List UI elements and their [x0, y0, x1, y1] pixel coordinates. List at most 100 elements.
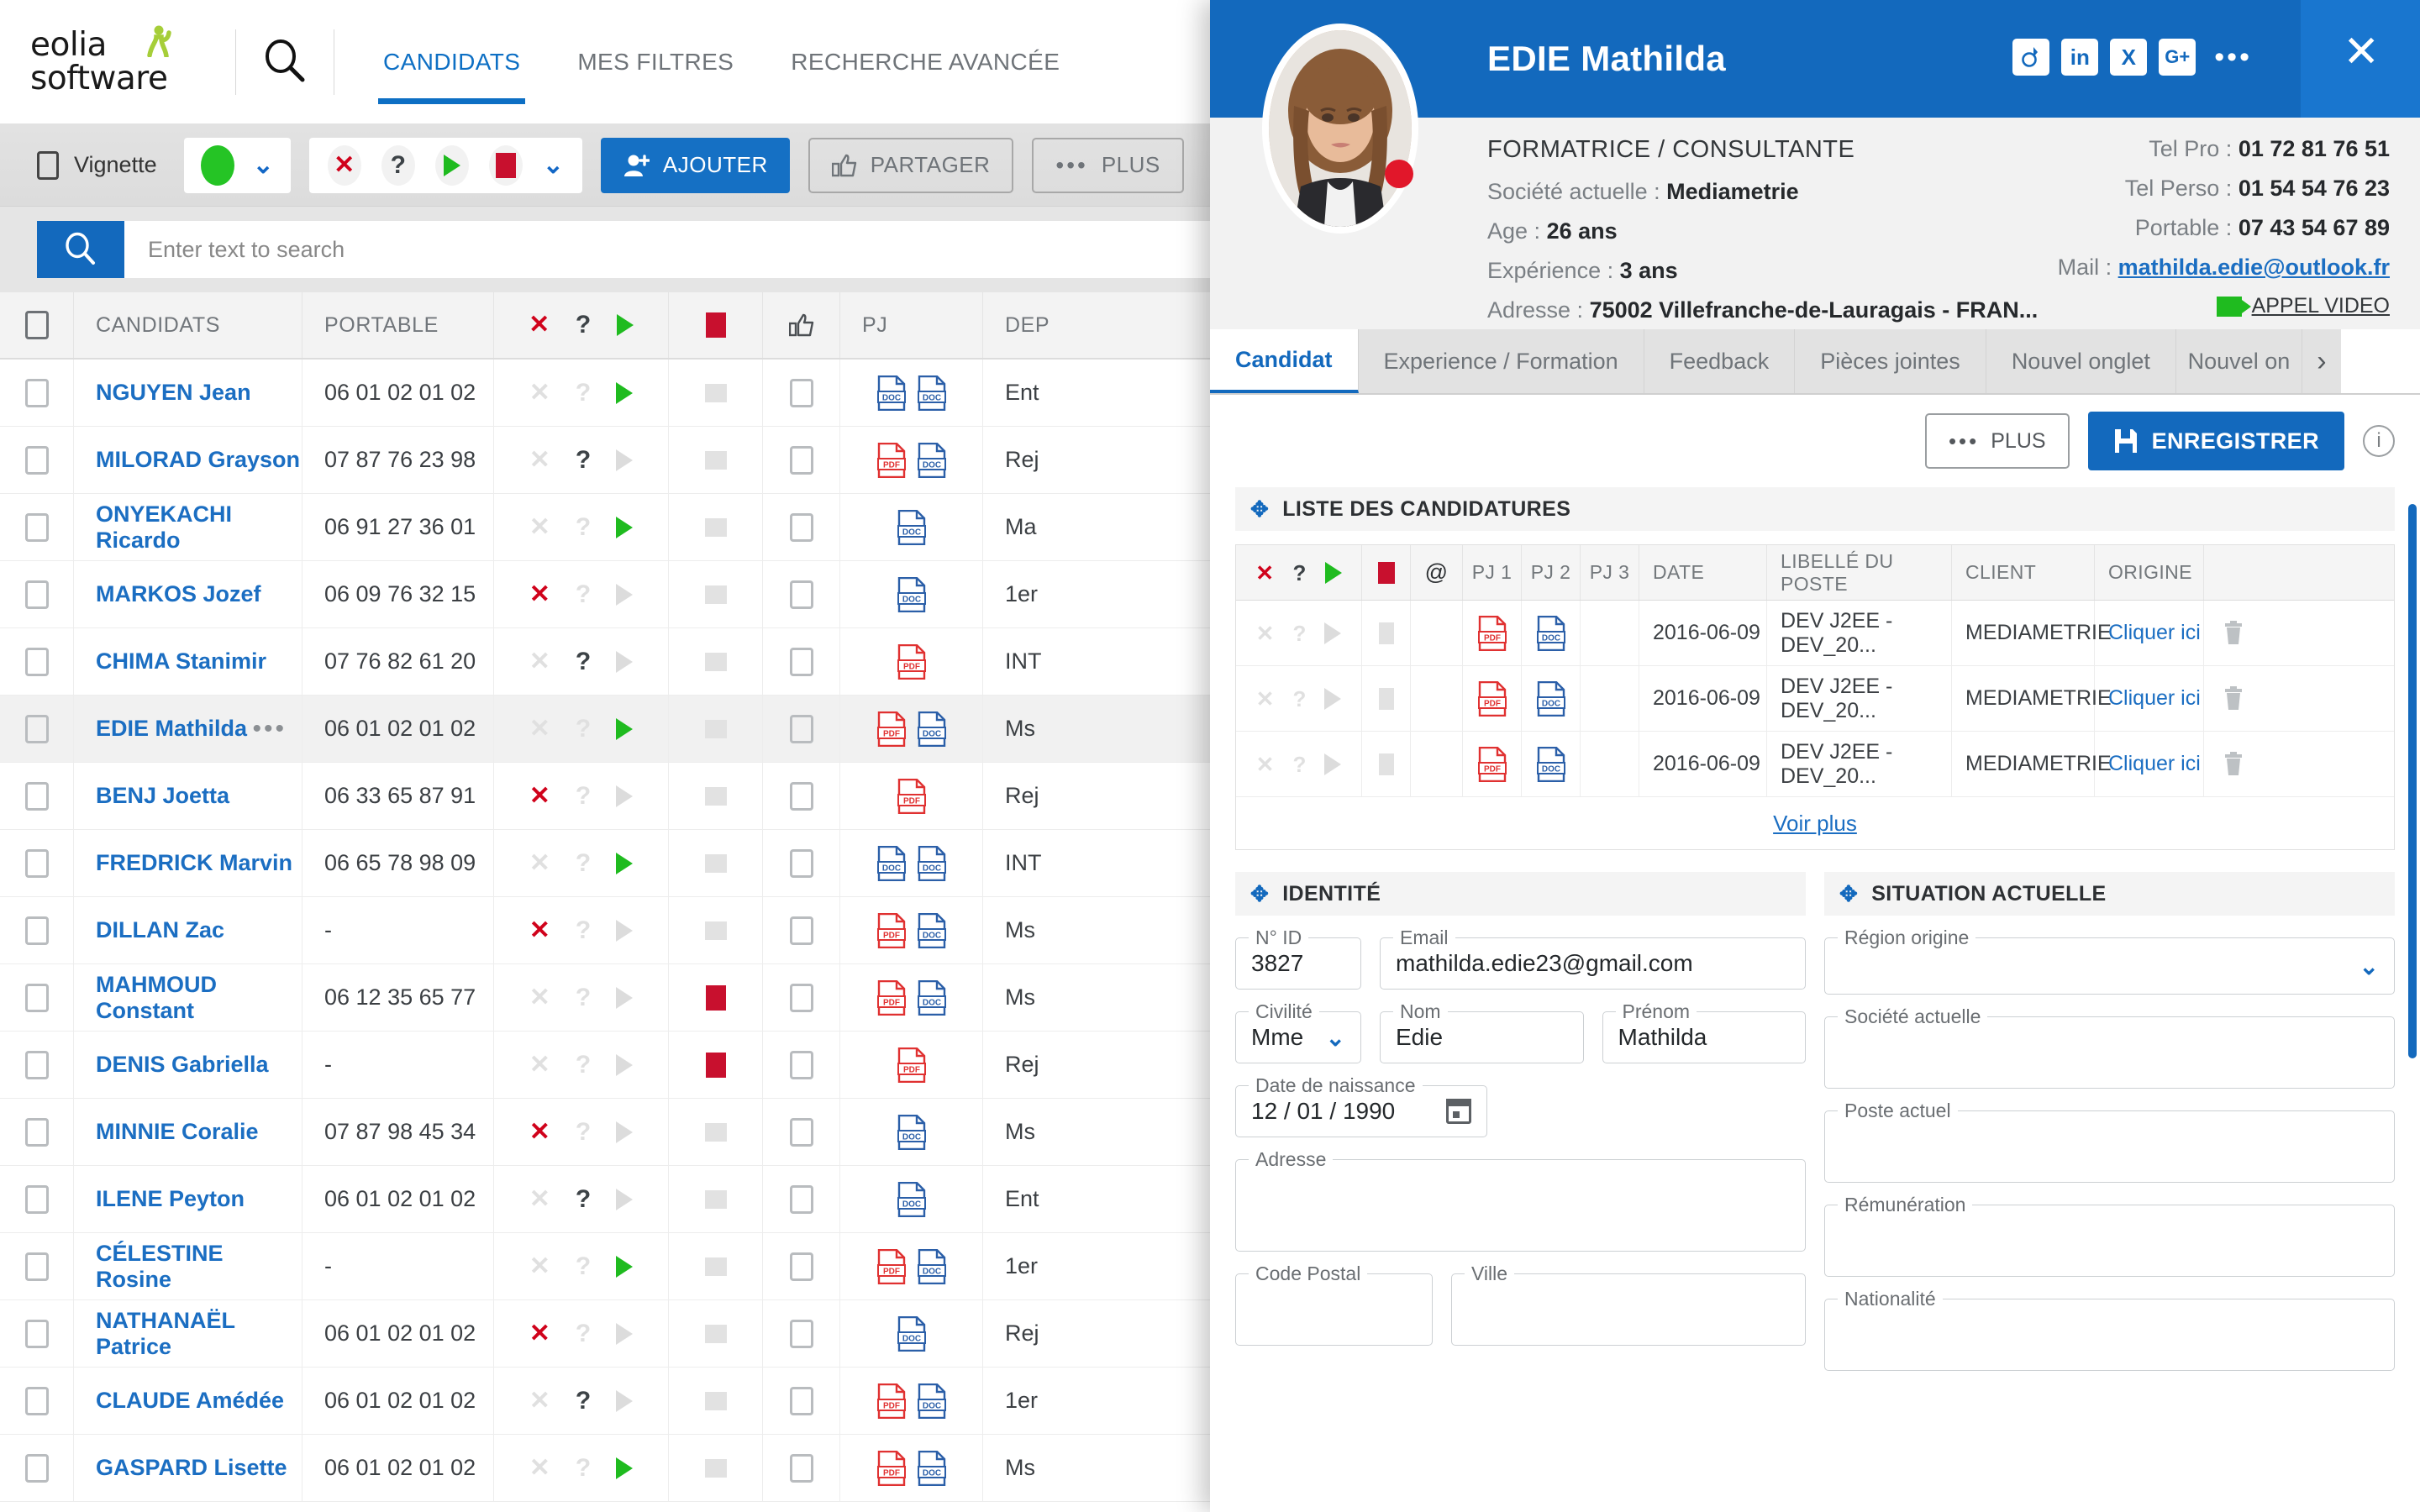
thumb-checkbox[interactable]: [789, 1252, 813, 1281]
square-red-icon[interactable]: [1378, 687, 1394, 710]
thumb-checkbox[interactable]: [789, 1386, 813, 1415]
cross-red-icon[interactable]: ✕: [529, 850, 550, 876]
cross-red-icon[interactable]: ✕: [529, 1388, 550, 1414]
origine-link[interactable]: Cliquer ici: [2108, 621, 2201, 645]
row-select-cell[interactable]: [0, 1233, 74, 1299]
trash-icon[interactable]: [2223, 751, 2244, 777]
row-name-cell[interactable]: MAHMOUD Constant: [74, 964, 302, 1031]
question-icon[interactable]: ?: [576, 312, 592, 338]
row-select-cell[interactable]: [0, 897, 74, 963]
row-thumb-cell[interactable]: [763, 897, 840, 963]
table-row[interactable]: MARKOS Jozef 06 09 76 32 15 ✕ ? DOC 1er: [0, 561, 1210, 628]
doc-file-icon[interactable]: DOC: [897, 1181, 926, 1217]
row-name-cell[interactable]: DENIS Gabriella: [74, 1032, 302, 1098]
square-red-icon[interactable]: [704, 1391, 727, 1410]
doc-file-icon[interactable]: DOC: [897, 1315, 926, 1352]
cross-red-icon[interactable]: ✕: [529, 1052, 550, 1078]
square-red-icon[interactable]: [704, 1458, 727, 1478]
pdf-file-icon[interactable]: PDF: [1477, 615, 1507, 651]
doc-file-icon[interactable]: DOC: [917, 845, 946, 881]
pdf-file-icon[interactable]: PDF: [876, 442, 906, 478]
candidate-name-link[interactable]: NATHANAËL Patrice: [96, 1308, 302, 1360]
question-icon[interactable]: ?: [576, 1119, 591, 1145]
square-red-icon[interactable]: [704, 585, 727, 604]
row-checkbox[interactable]: [24, 781, 49, 811]
pdf-file-icon[interactable]: PDF: [876, 711, 906, 747]
question-icon[interactable]: ?: [576, 514, 591, 540]
play-green-icon[interactable]: [1324, 687, 1342, 710]
question-icon[interactable]: ?: [576, 850, 591, 876]
doc-file-icon[interactable]: DOC: [917, 711, 946, 747]
candidature-row[interactable]: ✕ ? PDF DOC 2016-06-09 DEV J2EE - DEV_20…: [1236, 732, 2394, 797]
candidature-row[interactable]: ✕ ? PDF DOC 2016-06-09 DEV J2EE - DEV_20…: [1236, 601, 2394, 666]
cross-red-icon[interactable]: ✕: [529, 917, 550, 943]
pdf-file-icon[interactable]: PDF: [876, 1248, 906, 1284]
col-pj[interactable]: PJ: [840, 292, 983, 358]
question-icon[interactable]: ?: [576, 648, 591, 675]
doc-file-icon[interactable]: DOC: [897, 576, 926, 612]
candidate-name-link[interactable]: BENJ Joetta: [96, 783, 229, 809]
thumb-checkbox[interactable]: [789, 1319, 813, 1348]
row-name-cell[interactable]: NATHANAËL Patrice: [74, 1300, 302, 1367]
row-select-cell[interactable]: [0, 427, 74, 493]
doc-file-icon[interactable]: DOC: [897, 509, 926, 545]
cross-red-icon[interactable]: ✕: [529, 1186, 550, 1212]
play-green-icon[interactable]: [1324, 561, 1342, 584]
col-libelle-poste[interactable]: LIBELLÉ DU POSTE: [1767, 545, 1952, 600]
row-thumb-cell[interactable]: [763, 763, 840, 829]
table-row[interactable]: GASPARD Lisette 06 01 02 01 02 ✕ ? PDF D…: [0, 1435, 1210, 1502]
cross-red-icon[interactable]: ✕: [529, 312, 550, 338]
thumb-checkbox[interactable]: [789, 983, 813, 1012]
see-more-link[interactable]: Voir plus: [1773, 811, 1857, 837]
cross-red-icon[interactable]: ✕: [1256, 688, 1275, 710]
row-select-cell[interactable]: [0, 561, 74, 627]
candidate-name-link[interactable]: EDIE Mathilda: [96, 716, 247, 742]
pdf-file-icon[interactable]: PDF: [1477, 746, 1507, 782]
play-green-icon[interactable]: [616, 1121, 634, 1143]
table-row[interactable]: ILENE Peyton 06 01 02 01 02 ✕ ? DOC Ent: [0, 1166, 1210, 1233]
thumb-checkbox[interactable]: [789, 445, 813, 475]
square-red-icon[interactable]: [704, 1189, 727, 1209]
row-name-cell[interactable]: FREDRICK Marvin: [74, 830, 302, 896]
thumb-checkbox[interactable]: [789, 512, 813, 542]
square-red-icon[interactable]: [704, 1324, 727, 1343]
col-portable[interactable]: PORTABLE: [302, 292, 494, 358]
candidature-row[interactable]: ✕ ? PDF DOC 2016-06-09 DEV J2EE - DEV_20…: [1236, 666, 2394, 732]
row-select-cell[interactable]: [0, 1166, 74, 1232]
play-green-icon[interactable]: [1324, 622, 1342, 644]
cross-red-icon[interactable]: ✕: [1256, 753, 1275, 775]
question-icon[interactable]: ?: [576, 581, 591, 607]
square-red-icon[interactable]: [704, 1257, 727, 1276]
square-red-icon[interactable]: [704, 652, 727, 671]
panel-scrollbar[interactable]: [2408, 504, 2417, 1058]
row-select-cell[interactable]: [0, 763, 74, 829]
select-all-cell[interactable]: [0, 292, 74, 358]
table-row[interactable]: DENIS Gabriella - ✕ ? PDF Rej: [0, 1032, 1210, 1099]
play-green-icon[interactable]: [616, 583, 634, 606]
row-thumb-cell[interactable]: [763, 427, 840, 493]
square-red-icon[interactable]: [704, 719, 727, 738]
play-green-icon[interactable]: [434, 144, 469, 186]
play-green-icon[interactable]: [616, 919, 634, 942]
candidate-name-link[interactable]: FREDRICK Marvin: [96, 850, 292, 876]
square-red-icon[interactable]: [704, 921, 727, 940]
row-thumb-cell[interactable]: [763, 696, 840, 762]
row-checkbox[interactable]: [24, 1050, 49, 1079]
pdf-file-icon[interactable]: PDF: [876, 1450, 906, 1486]
nav-tab-mes-filtres[interactable]: MES FILTRES: [549, 0, 762, 124]
row-thumb-cell[interactable]: [763, 1300, 840, 1367]
table-row[interactable]: MAHMOUD Constant 06 12 35 65 77 ✕ ? PDF …: [0, 964, 1210, 1032]
square-red-icon[interactable]: [1378, 753, 1394, 775]
col-pj2[interactable]: PJ 2: [1522, 545, 1581, 600]
row-checkbox[interactable]: [24, 580, 49, 609]
row-checkbox[interactable]: [24, 1453, 49, 1483]
row-thumb-cell[interactable]: [763, 1166, 840, 1232]
table-row[interactable]: NATHANAËL Patrice 06 01 02 01 02 ✕ ? DOC…: [0, 1300, 1210, 1368]
square-red-icon[interactable]: [705, 984, 726, 1011]
play-green-icon[interactable]: [1324, 753, 1342, 775]
row-checkbox[interactable]: [24, 647, 49, 676]
row-select-cell[interactable]: [0, 1368, 74, 1434]
question-icon[interactable]: ?: [576, 1320, 591, 1347]
question-icon[interactable]: ?: [576, 1253, 591, 1279]
candidature-delete-cell[interactable]: [2204, 666, 2263, 731]
